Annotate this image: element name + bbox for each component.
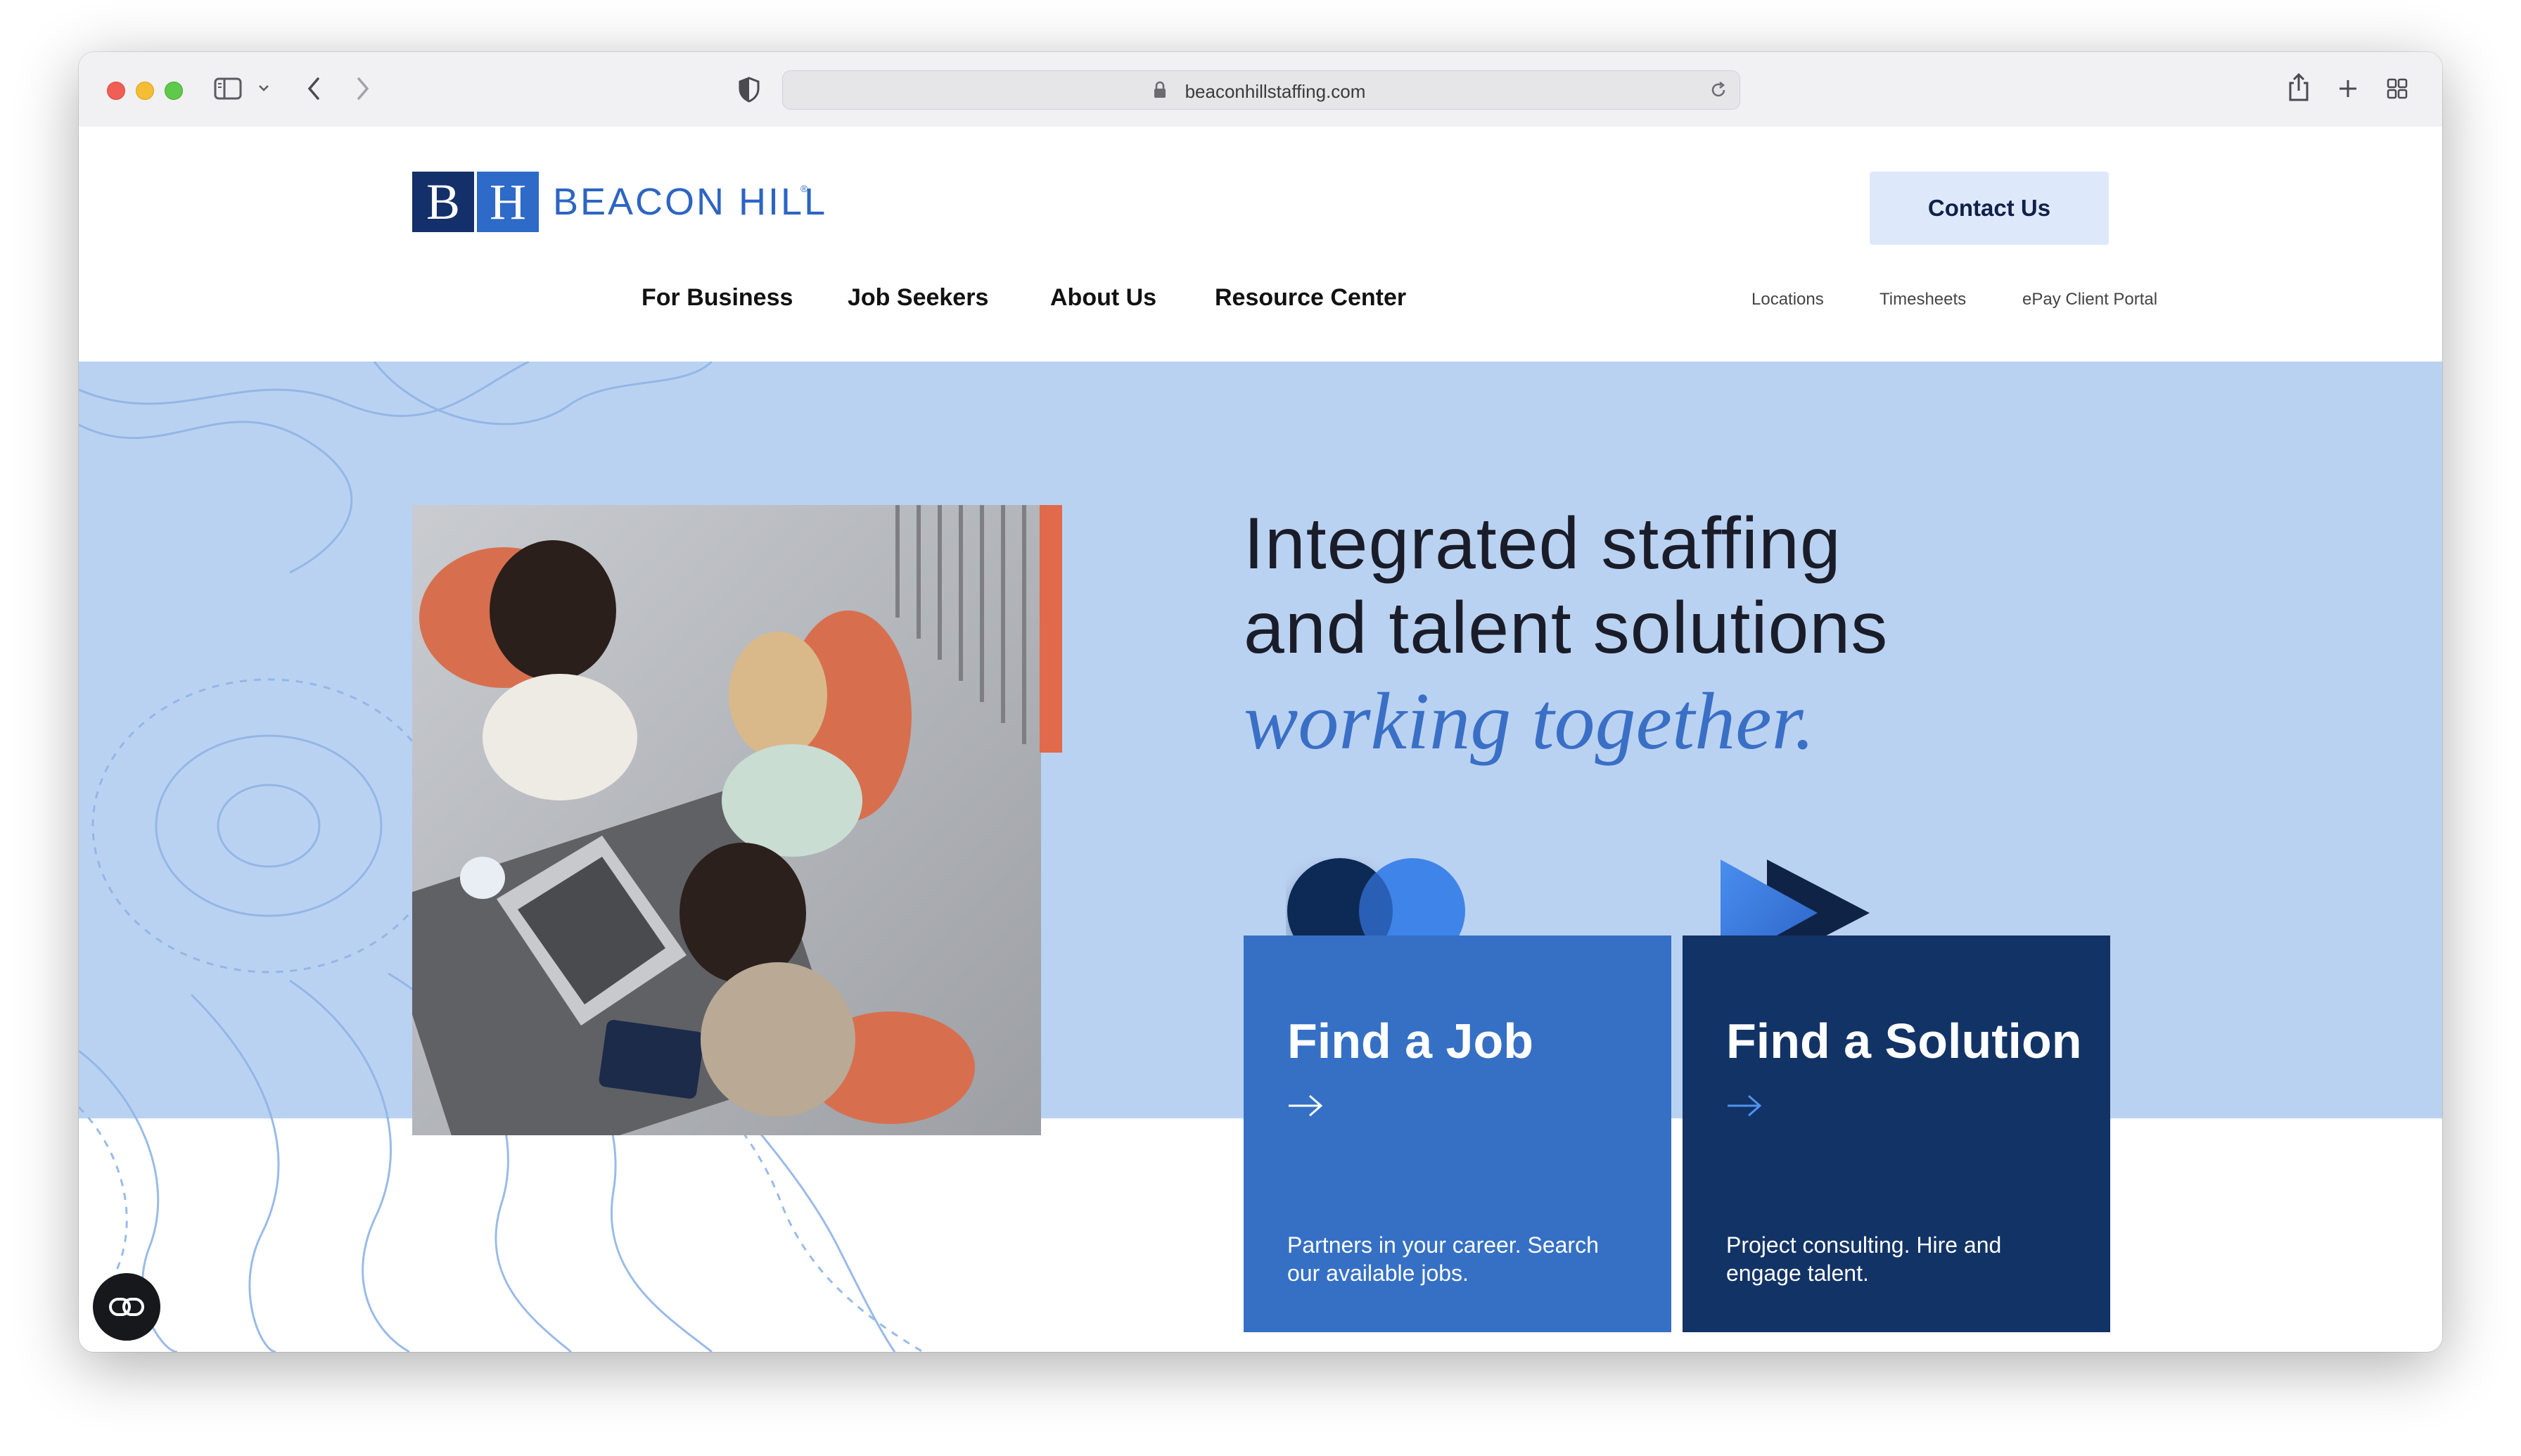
sidebar-icon[interactable] (214, 77, 242, 100)
url-text: beaconhillstaffing.com (1185, 81, 1366, 102)
minimize-window-button[interactable] (136, 82, 154, 100)
plus-icon[interactable] (2337, 77, 2359, 100)
accent-bar (1040, 505, 1062, 753)
site-header: B H BEACON HILL ® Contact Us For Busines… (79, 127, 2442, 362)
browser-toolbar: beaconhillstaffing.com (79, 52, 2442, 128)
arrow-right-icon[interactable] (1287, 1092, 1324, 1120)
reload-icon[interactable] (1709, 80, 1728, 100)
find-a-solution-card[interactable]: Find a Solution Project consulting. Hire… (1683, 935, 2110, 1332)
find-a-solution-description: Project consulting. Hire and engage tale… (1726, 1232, 2002, 1286)
find-a-job-description: Partners in your career. Search our avai… (1287, 1232, 1599, 1286)
accessibility-widget-button[interactable] (93, 1273, 160, 1341)
link-epay-client-portal[interactable]: ePay Client Portal (2022, 290, 2157, 309)
nav-resource-center[interactable]: Resource Center (1215, 284, 1406, 312)
hero-headline-line2: and talent solutions (1244, 587, 1889, 669)
forward-icon[interactable] (353, 75, 373, 103)
nav-job-seekers[interactable]: Job Seekers (848, 284, 988, 312)
accessibility-icon (109, 1298, 144, 1316)
shield-icon[interactable] (737, 76, 761, 103)
arrow-right-icon[interactable] (1726, 1092, 1763, 1120)
logo-wordmark[interactable]: BEACON HILL (553, 180, 827, 224)
find-a-job-title[interactable]: Find a Job (1287, 1013, 1533, 1069)
hero-headline-line1: Integrated staffing (1244, 503, 1842, 585)
zoom-window-button[interactable] (165, 82, 183, 100)
logo-mark-h[interactable]: H (477, 172, 539, 232)
grid-icon[interactable] (2386, 77, 2408, 100)
link-timesheets[interactable]: Timesheets (1879, 290, 1966, 309)
address-bar[interactable]: beaconhillstaffing.com (782, 70, 1740, 110)
chevron-down-icon[interactable] (257, 83, 270, 93)
hero-tagline: working together. (1244, 677, 1815, 767)
find-a-solution-title[interactable]: Find a Solution (1726, 1013, 2081, 1069)
share-icon[interactable] (2286, 72, 2311, 103)
back-icon[interactable] (304, 75, 324, 103)
page-content: B H BEACON HILL ® Contact Us For Busines… (79, 127, 2442, 1352)
logo-registered-mark: ® (800, 183, 808, 194)
browser-window: beaconhillstaffing.com B H BEACON HILL ® (79, 52, 2442, 1352)
nav-for-business[interactable]: For Business (642, 284, 793, 312)
contact-us-button[interactable]: Contact Us (1870, 172, 2109, 245)
nav-about-us[interactable]: About Us (1050, 284, 1156, 312)
find-a-job-card[interactable]: Find a Job Partners in your career. Sear… (1244, 935, 1671, 1332)
hero-photo (412, 505, 1041, 1135)
close-window-button[interactable] (107, 82, 125, 100)
logo-mark-b[interactable]: B (412, 172, 474, 232)
link-locations[interactable]: Locations (1751, 290, 1824, 309)
